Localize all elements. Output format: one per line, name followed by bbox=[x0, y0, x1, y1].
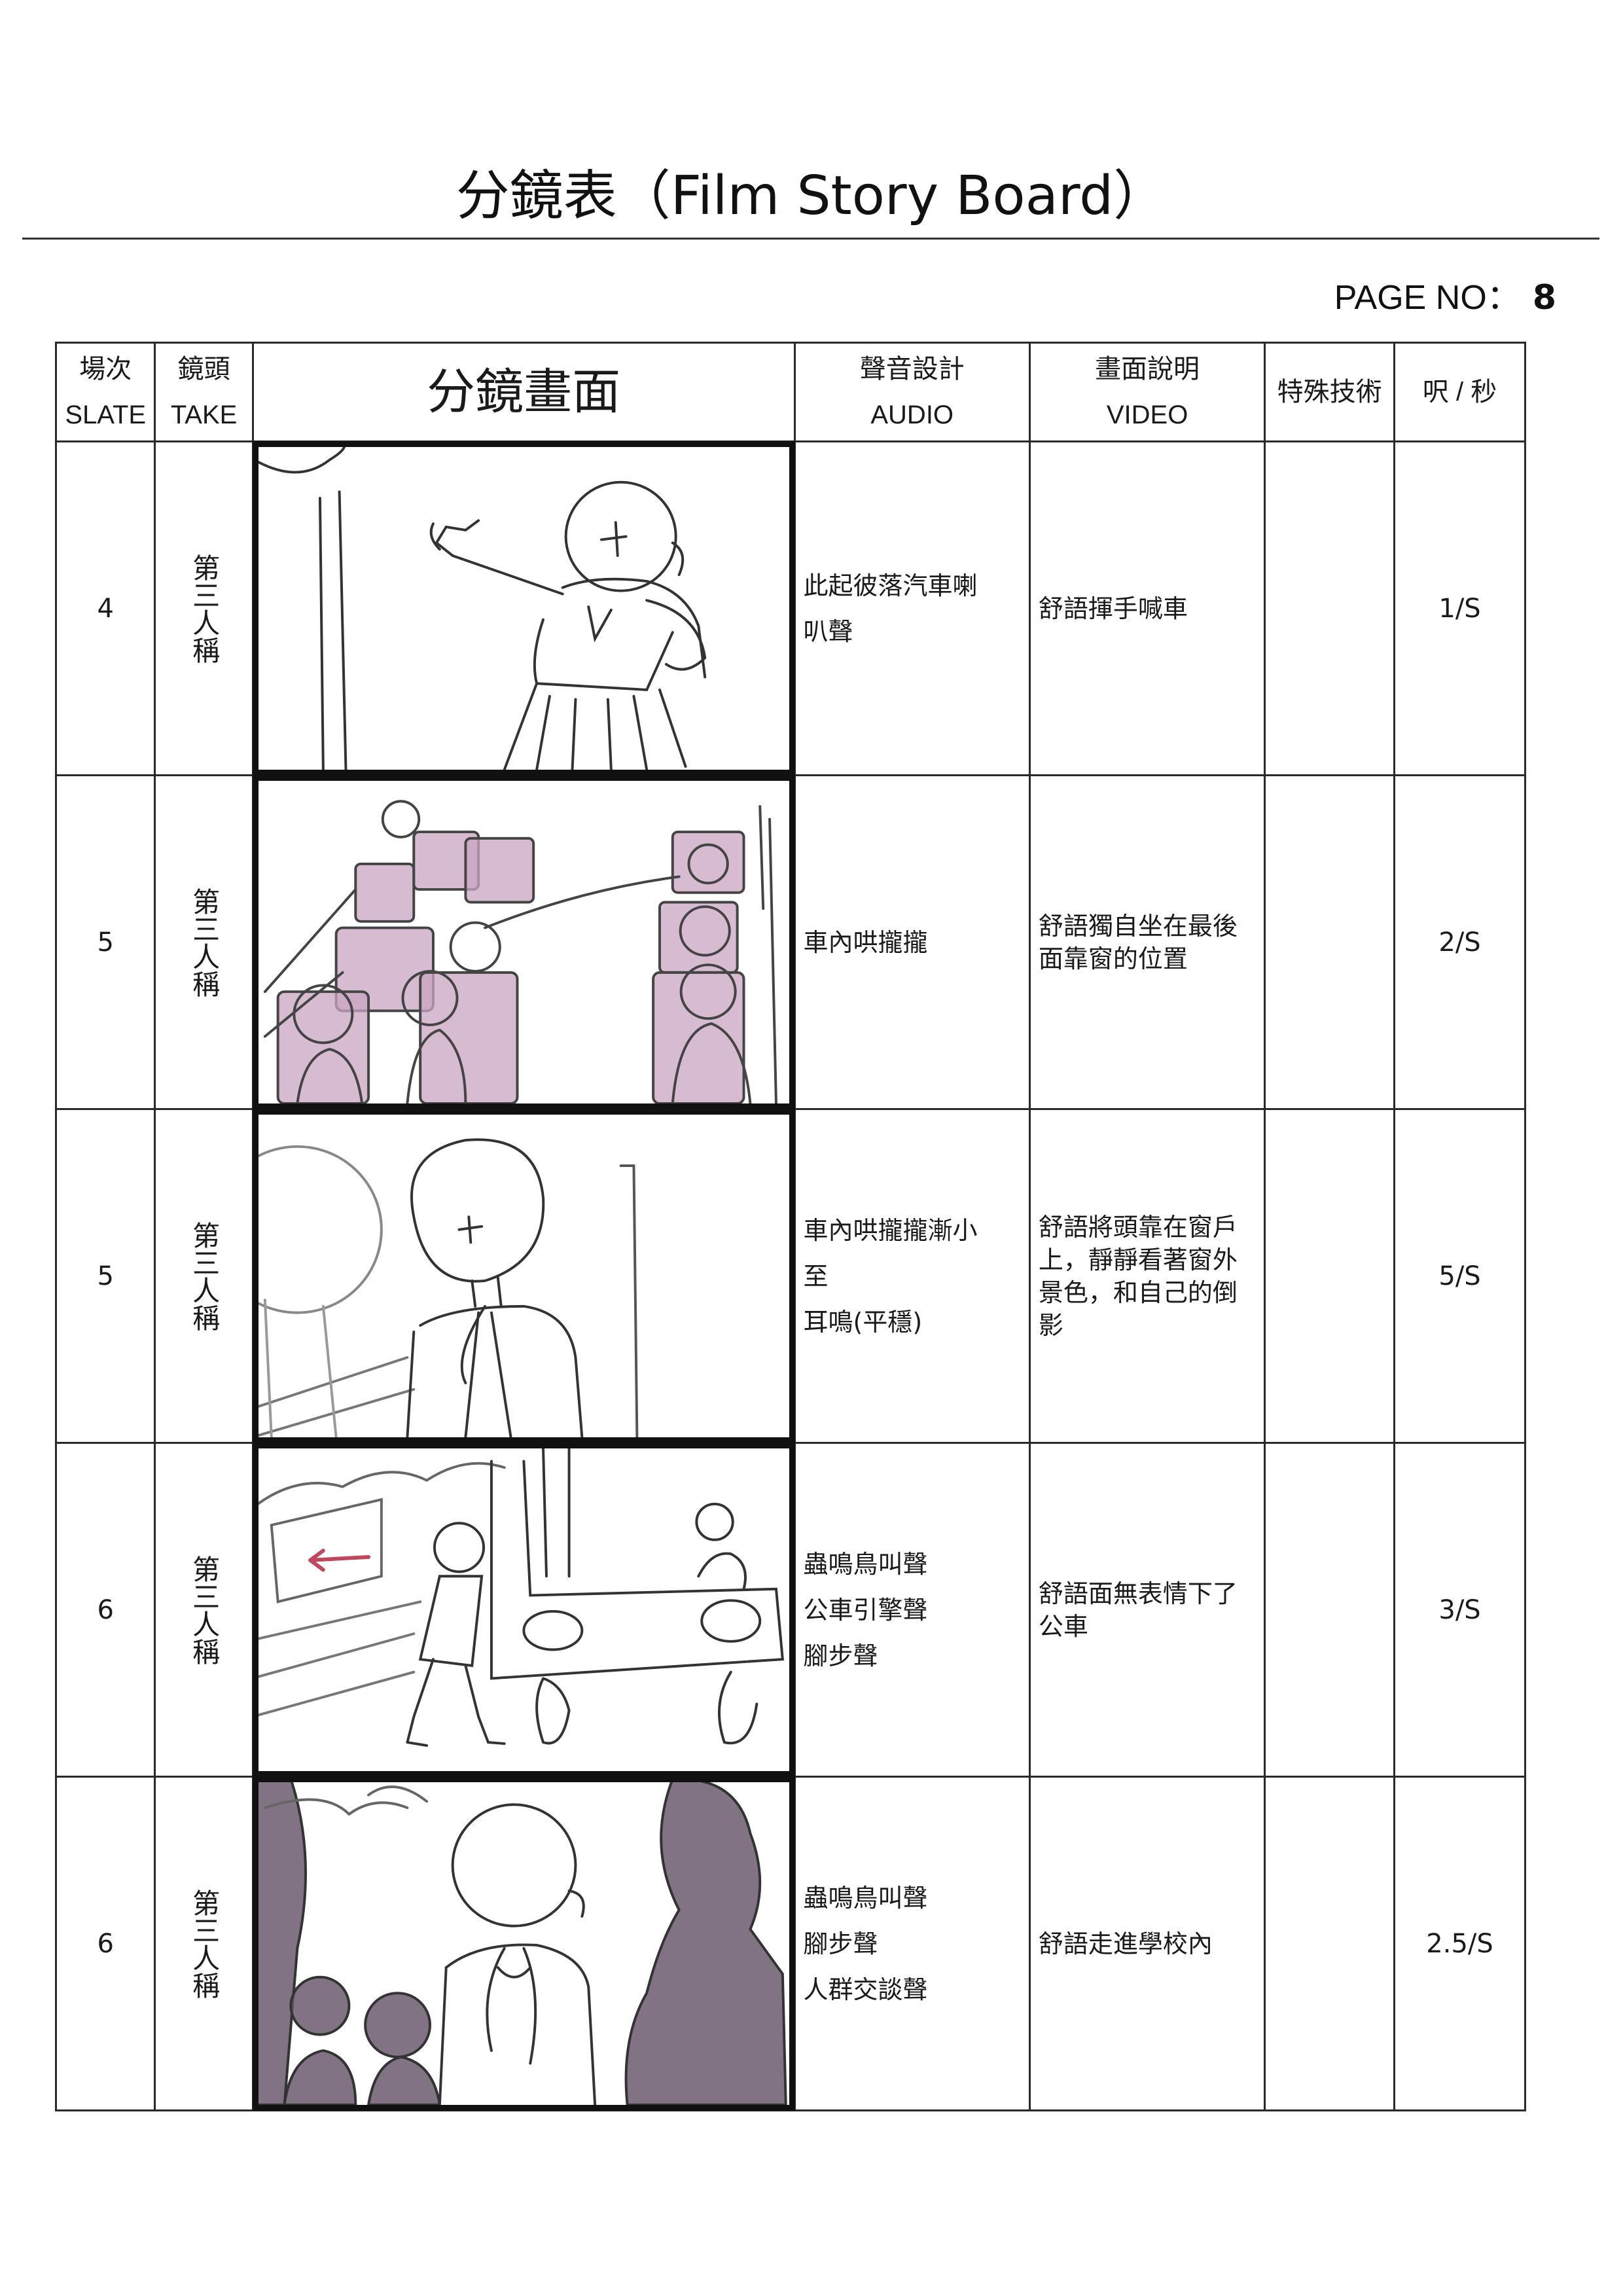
header-row: 場次 SLATE 鏡頭 TAKE 分鏡畫面 聲音設計 AUDIO 畫面說明 VIDEO … bbox=[54, 342, 1526, 442]
video-cell: 舒語獨自坐在最後面靠窗的位置 bbox=[1028, 774, 1266, 1110]
audio-line: 腳步聲 bbox=[803, 1641, 878, 1670]
frame-cell bbox=[251, 1442, 796, 1778]
duration-cell: 5/S bbox=[1393, 1108, 1526, 1444]
video-text: 舒語面無表情下了公車 bbox=[1038, 1579, 1238, 1641]
video-text: 舒語將頭靠在窗戶上，靜靜看著窗外景色，和自己的倒影 bbox=[1038, 1212, 1238, 1340]
audio-line: 蟲鳴鳥叫聲 bbox=[803, 1883, 928, 1912]
storyboard-frame bbox=[252, 775, 795, 1109]
header-slate: 場次 SLATE bbox=[54, 342, 156, 442]
video-text: 舒語獨自坐在最後面靠窗的位置 bbox=[1038, 911, 1238, 973]
page-number-value: 8 bbox=[1532, 278, 1556, 317]
duration-cell: 2/S bbox=[1393, 774, 1526, 1110]
audio-line: 車內哄攏攏 bbox=[803, 927, 928, 957]
sketch-girl-entering-school bbox=[258, 1782, 787, 2105]
frame-cell bbox=[251, 774, 796, 1110]
storyboard-table: 場次 SLATE 鏡頭 TAKE 分鏡畫面 聲音設計 AUDIO 畫面說明 VIDEO … bbox=[54, 342, 1526, 2111]
special-cell bbox=[1264, 1776, 1396, 2111]
header-special: 特殊技術 bbox=[1264, 342, 1396, 442]
take-cell: 第三人稱 bbox=[154, 1108, 254, 1444]
audio-line: 人群交談聲 bbox=[803, 1975, 928, 2004]
take-cell: 第三人稱 bbox=[154, 1776, 254, 2111]
special-cell bbox=[1264, 1442, 1396, 1778]
audio-line: 耳鳴(平穩) bbox=[803, 1307, 923, 1336]
storyboard-frame bbox=[252, 1109, 795, 1443]
audio-line: 此起彼落汽車喇 bbox=[803, 571, 978, 600]
page-number: PAGE NO： 8 bbox=[1334, 270, 1556, 319]
header-audio: 聲音設計 AUDIO bbox=[793, 342, 1031, 442]
video-cell: 舒語面無表情下了公車 bbox=[1028, 1442, 1266, 1778]
take-cell: 第三人稱 bbox=[154, 1442, 254, 1778]
audio-cell: 車內哄攏攏 bbox=[793, 774, 1031, 1110]
audio-line: 蟲鳴鳥叫聲 bbox=[803, 1549, 928, 1579]
special-cell bbox=[1264, 1108, 1396, 1444]
page-number-label: PAGE NO： bbox=[1334, 279, 1521, 317]
sketch-girl-waving bbox=[258, 447, 707, 770]
audio-cell: 蟲鳴鳥叫聲 腳步聲 人群交談聲 bbox=[793, 1776, 1031, 2111]
take-cell: 第三人稱 bbox=[154, 774, 254, 1110]
page-title: 分鏡表（Film Story Board） bbox=[455, 165, 1168, 227]
video-cell: 舒語走進學校內 bbox=[1028, 1776, 1266, 2111]
duration-cell: 2.5/S bbox=[1393, 1776, 1526, 2111]
video-text: 舒語揮手喊車 bbox=[1038, 594, 1188, 623]
sketch-bus-interior bbox=[263, 800, 777, 1103]
sketch-girl-at-window bbox=[258, 1138, 639, 1437]
duration-cell: 1/S bbox=[1393, 440, 1526, 776]
table-row: 5 第三人稱 bbox=[54, 1108, 1526, 1444]
take-cell: 第三人稱 bbox=[154, 440, 254, 776]
frame-cell bbox=[251, 1776, 796, 2111]
header-video: 畫面說明 VIDEO bbox=[1028, 342, 1266, 442]
title-divider bbox=[22, 238, 1599, 240]
header-duration: 呎 / 秒 bbox=[1393, 342, 1526, 442]
slate-cell: 5 bbox=[54, 1108, 156, 1444]
slate-cell: 6 bbox=[54, 1442, 156, 1778]
audio-cell: 此起彼落汽車喇 叭聲 bbox=[793, 440, 1031, 776]
audio-line: 車內哄攏攏漸小 bbox=[803, 1215, 978, 1245]
audio-cell: 車內哄攏攏漸小 至 耳鳴(平穩) bbox=[793, 1108, 1031, 1444]
video-cell: 舒語將頭靠在窗戶上，靜靜看著窗外景色，和自己的倒影 bbox=[1028, 1108, 1266, 1444]
audio-cell: 蟲鳴鳥叫聲 公車引擎聲 腳步聲 bbox=[793, 1442, 1031, 1778]
special-cell bbox=[1264, 774, 1396, 1110]
duration-cell: 3/S bbox=[1393, 1442, 1526, 1778]
header-take: 鏡頭 TAKE bbox=[154, 342, 254, 442]
special-cell bbox=[1264, 440, 1396, 776]
table-row: 6 第三人稱 bbox=[54, 1442, 1526, 1778]
storyboard-frame bbox=[252, 441, 795, 776]
audio-line: 至 bbox=[803, 1261, 829, 1291]
video-cell: 舒語揮手喊車 bbox=[1028, 440, 1266, 776]
sketch-girl-leaving-bus bbox=[258, 1448, 784, 1747]
video-text: 舒語走進學校內 bbox=[1038, 1929, 1213, 1958]
storyboard-frame bbox=[252, 1776, 795, 2111]
table-row: 4 第三人稱 此起彼落汽車喇 叭聲 舒語揮手喊車 1/S bbox=[54, 440, 1526, 776]
audio-line: 腳步聲 bbox=[803, 1929, 878, 1958]
header-frame: 分鏡畫面 bbox=[251, 342, 796, 442]
table-row: 5 第三人稱 bbox=[54, 774, 1526, 1110]
storyboard-frame bbox=[252, 1443, 795, 1777]
frame-cell bbox=[251, 1108, 796, 1444]
audio-line: 叭聲 bbox=[803, 617, 853, 646]
table-row: 6 第三人稱 bbox=[54, 1776, 1526, 2111]
slate-cell: 5 bbox=[54, 774, 156, 1110]
slate-cell: 6 bbox=[54, 1776, 156, 2111]
frame-cell bbox=[251, 440, 796, 776]
audio-line: 公車引擎聲 bbox=[803, 1595, 928, 1624]
slate-cell: 4 bbox=[54, 440, 156, 776]
